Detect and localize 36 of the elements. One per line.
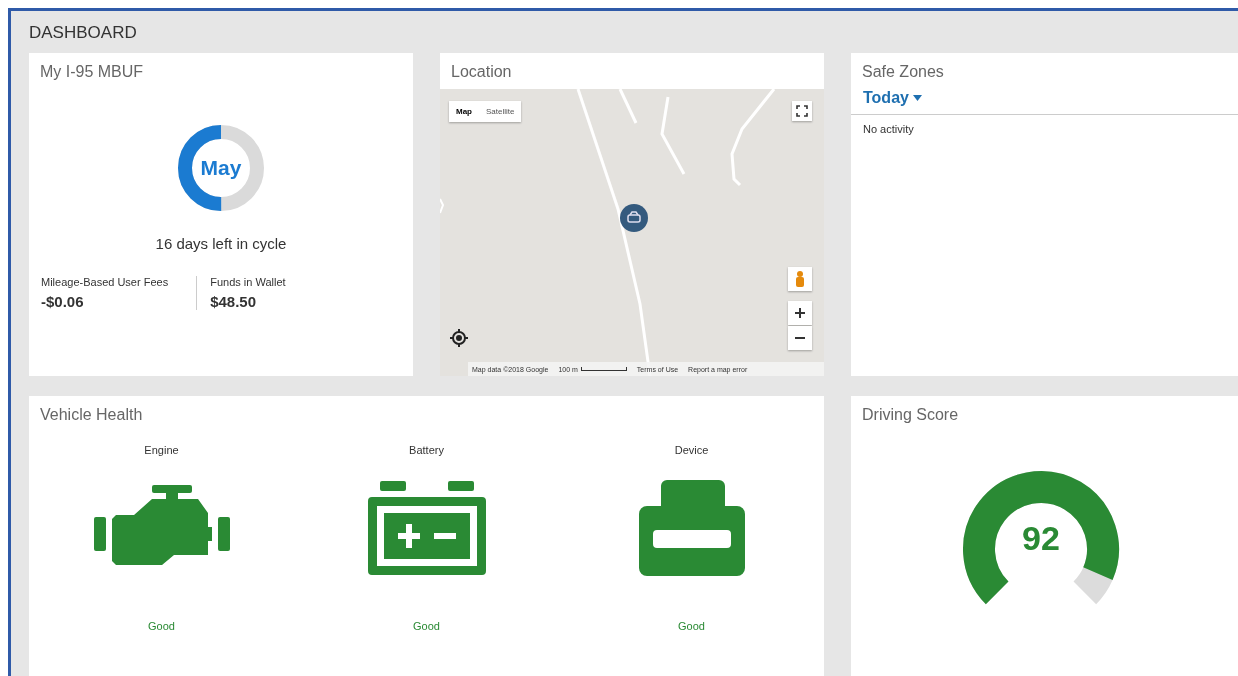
component-label: Battery [409,444,444,456]
stat-label: Funds in Wallet [210,276,286,288]
car-marker-icon [620,204,648,232]
status-label: Good [678,620,705,632]
card-title: My I-95 MBUF [40,63,144,81]
card-title: Driving Score [862,406,959,424]
cycle-caption: 16 days left in cycle [155,235,287,252]
street-view-button[interactable] [788,267,812,291]
stat-label: Mileage-Based User Fees [41,276,169,288]
zoom-out-button[interactable] [788,326,812,350]
status-label: Good [148,620,175,632]
card-title: Safe Zones [862,63,944,81]
zoom-in-button[interactable] [788,301,812,325]
pegman-icon [795,271,805,287]
map-type-tab[interactable]: Map [449,101,479,122]
card-title: Location [451,63,512,81]
battery-icon [367,481,486,575]
scale-bar [580,367,627,371]
page-title: DASHBOARD [29,22,137,44]
component-label: Engine [144,444,179,456]
stat-value: -$0.06 [41,293,85,310]
fullscreen-icon [796,105,808,117]
period-dropdown[interactable]: Today [863,89,922,107]
empty-message: No activity [863,123,914,135]
component-label: Device [674,444,709,456]
plus-icon [795,308,805,318]
locate-icon[interactable] [450,329,468,347]
card-title: Vehicle Health [40,406,143,424]
stat-value: $48.50 [210,293,258,310]
caret-icon [912,95,922,101]
month-label: May [200,156,242,179]
device-icon [638,480,745,576]
fullscreen-button[interactable] [792,101,812,121]
map-type-tab[interactable]: Satellite [479,101,522,122]
status-label: Good [413,620,440,632]
score-value: 92 [1022,519,1060,557]
